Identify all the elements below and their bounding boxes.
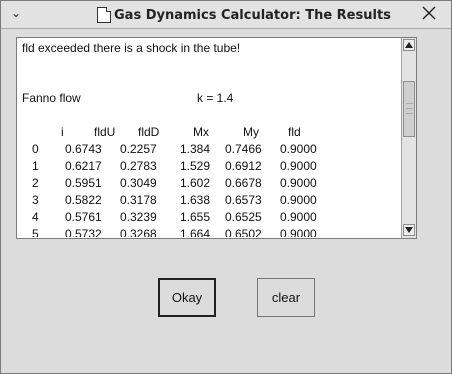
results-dialog: ⌄ Gas Dynamics Calculator: The Results f… <box>0 0 452 374</box>
table-row-5-mx: 1.664 <box>180 227 211 237</box>
results-text: fld exceeded there is a shock in the tub… <box>22 38 398 237</box>
grip-line-3 <box>406 113 413 114</box>
document-icon <box>97 7 111 23</box>
table-row-3-fldD: 0.3178 <box>120 193 157 207</box>
table-row-1-i: 1 <box>32 159 39 173</box>
table-row-2-mx: 1.602 <box>180 176 211 190</box>
table-row-2-fldU: 0.5951 <box>65 176 102 190</box>
table-row-4-fldD: 0.3239 <box>120 210 157 224</box>
shock-message: fld exceeded there is a shock in the tub… <box>22 41 241 55</box>
table-header-my: My <box>243 125 259 139</box>
table-row-4-fldU: 0.5761 <box>65 210 102 224</box>
table-header-mx: Mx <box>193 125 209 139</box>
table-header-i: i <box>61 125 64 139</box>
close-button[interactable] <box>421 5 437 21</box>
window-title-text: Gas Dynamics Calculator: The Results <box>114 7 391 23</box>
table-row-5-my: 0.6502 <box>225 227 262 237</box>
table-row-4-fld: 0.9000 <box>280 210 317 224</box>
table-row-3-fld: 0.9000 <box>280 193 317 207</box>
table-row-4-my: 0.6525 <box>225 210 262 224</box>
table-row-0-i: 0 <box>32 142 39 156</box>
grip-line-2 <box>406 108 413 109</box>
table-row-2-i: 2 <box>32 176 39 190</box>
table-row-1-fld: 0.9000 <box>280 159 317 173</box>
table-row-4-mx: 1.655 <box>180 210 211 224</box>
table-row-2-fldD: 0.3049 <box>120 176 157 190</box>
table-row-2-fld: 0.9000 <box>280 176 317 190</box>
okay-button[interactable]: Okay <box>158 278 216 317</box>
table-header-fldU: fldU <box>94 125 116 139</box>
clear-button[interactable]: clear <box>257 278 315 317</box>
table-row-5-i: 5 <box>32 227 39 237</box>
table-row-0-fldU: 0.6743 <box>65 142 102 156</box>
table-row-0-fld: 0.9000 <box>280 142 317 156</box>
table-row-3-mx: 1.638 <box>180 193 211 207</box>
table-row-3-my: 0.6573 <box>225 193 262 207</box>
window-title: Gas Dynamics Calculator: The Results <box>97 7 391 23</box>
results-text-area[interactable]: fld exceeded there is a shock in the tub… <box>16 37 417 239</box>
table-row-0-my: 0.7466 <box>225 142 262 156</box>
triangle-down-icon <box>405 227 413 233</box>
table-row-1-my: 0.6912 <box>225 159 262 173</box>
table-header-fldD: fldD <box>138 125 160 139</box>
table-row-5-fldD: 0.3268 <box>120 227 157 237</box>
table-row-0-fldD: 0.2257 <box>120 142 157 156</box>
scroll-down-button[interactable] <box>403 224 415 236</box>
chevron-down-icon: ⌄ <box>10 6 22 20</box>
table-row-4-i: 4 <box>32 210 39 224</box>
k-value: k = 1.4 <box>197 91 234 105</box>
table-row-5-fldU: 0.5732 <box>65 227 102 237</box>
table-header-fld: fld <box>288 125 301 139</box>
grip-line-1 <box>406 103 413 104</box>
table-row-0-mx: 1.384 <box>180 142 211 156</box>
table-row-3-i: 3 <box>32 193 39 207</box>
table-row-2-my: 0.6678 <box>225 176 262 190</box>
vertical-scrollbar[interactable] <box>401 38 416 238</box>
table-row-5-fld: 0.9000 <box>280 227 317 237</box>
scroll-thumb[interactable] <box>403 81 415 137</box>
triangle-up-icon <box>405 42 413 48</box>
table-row-1-fldU: 0.6217 <box>65 159 102 173</box>
table-row-3-fldU: 0.5822 <box>65 193 102 207</box>
close-icon <box>422 6 436 20</box>
title-bar: ⌄ Gas Dynamics Calculator: The Results <box>1 1 451 29</box>
scroll-up-button[interactable] <box>403 39 415 51</box>
flow-type: Fanno flow <box>22 91 81 105</box>
table-row-1-mx: 1.529 <box>180 159 211 173</box>
window-menu-button[interactable]: ⌄ <box>9 6 23 20</box>
table-row-1-fldD: 0.2783 <box>120 159 157 173</box>
